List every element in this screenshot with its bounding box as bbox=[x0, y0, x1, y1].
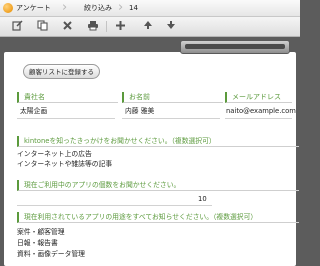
toolbar-divider bbox=[106, 21, 107, 32]
company-field-label: 貴社名 bbox=[17, 92, 118, 103]
print-icon[interactable] bbox=[86, 20, 99, 33]
copy-icon[interactable] bbox=[36, 20, 49, 33]
field-underline bbox=[17, 205, 212, 206]
next-icon[interactable] bbox=[164, 20, 177, 33]
company-field-value: 太陽企画 bbox=[20, 107, 48, 115]
q2-value: 10 bbox=[198, 195, 207, 203]
email-field-label: メールアドレス bbox=[225, 92, 292, 103]
chevron-right-icon: › bbox=[118, 0, 124, 15]
q1-label: kintoneを知ったきっかけをお聞かせください。（複数選択可） bbox=[17, 136, 299, 147]
q1-answer: インターネットや雑誌等の記事 bbox=[17, 160, 113, 168]
breadcrumb-view[interactable]: 絞り込み bbox=[84, 0, 112, 16]
prev-icon[interactable] bbox=[141, 20, 154, 33]
breadcrumb-app[interactable]: アンケート bbox=[16, 0, 51, 16]
record-toolbar bbox=[0, 17, 300, 37]
delete-icon[interactable] bbox=[61, 20, 74, 33]
breadcrumb: アンケート › 絞り込み › 14 bbox=[0, 0, 300, 17]
q3-answer: 資料・画像データ管理 bbox=[17, 250, 85, 258]
q3-answer: 日報・報告書 bbox=[17, 239, 58, 247]
field-underline bbox=[225, 118, 292, 119]
name-field-value: 内藤 雅美 bbox=[125, 107, 155, 115]
app-icon bbox=[3, 3, 13, 13]
field-underline bbox=[122, 118, 220, 119]
email-field-value: naito@example.com bbox=[226, 107, 296, 115]
q1-answer: インターネット上の広告 bbox=[17, 150, 92, 158]
clipboard-clip-slot bbox=[185, 44, 285, 49]
q3-answer: 案件・顧客管理 bbox=[17, 228, 65, 236]
breadcrumb-record-id: 14 bbox=[129, 4, 138, 12]
clipboard-clip bbox=[180, 40, 290, 54]
q2-label: 現在ご利用中のアプリの個数をお聞かせください。 bbox=[17, 180, 299, 191]
add-icon[interactable] bbox=[114, 20, 127, 33]
register-customer-button[interactable]: 顧客リストに登録する bbox=[23, 64, 100, 79]
q3-label: 現在利用されているアプリの用途をすべてお知らせください。（複数選択可） bbox=[17, 212, 299, 223]
field-underline bbox=[17, 118, 115, 119]
edit-icon[interactable] bbox=[11, 20, 24, 33]
name-field-label: お名前 bbox=[122, 92, 223, 103]
chevron-right-icon: › bbox=[62, 0, 68, 15]
